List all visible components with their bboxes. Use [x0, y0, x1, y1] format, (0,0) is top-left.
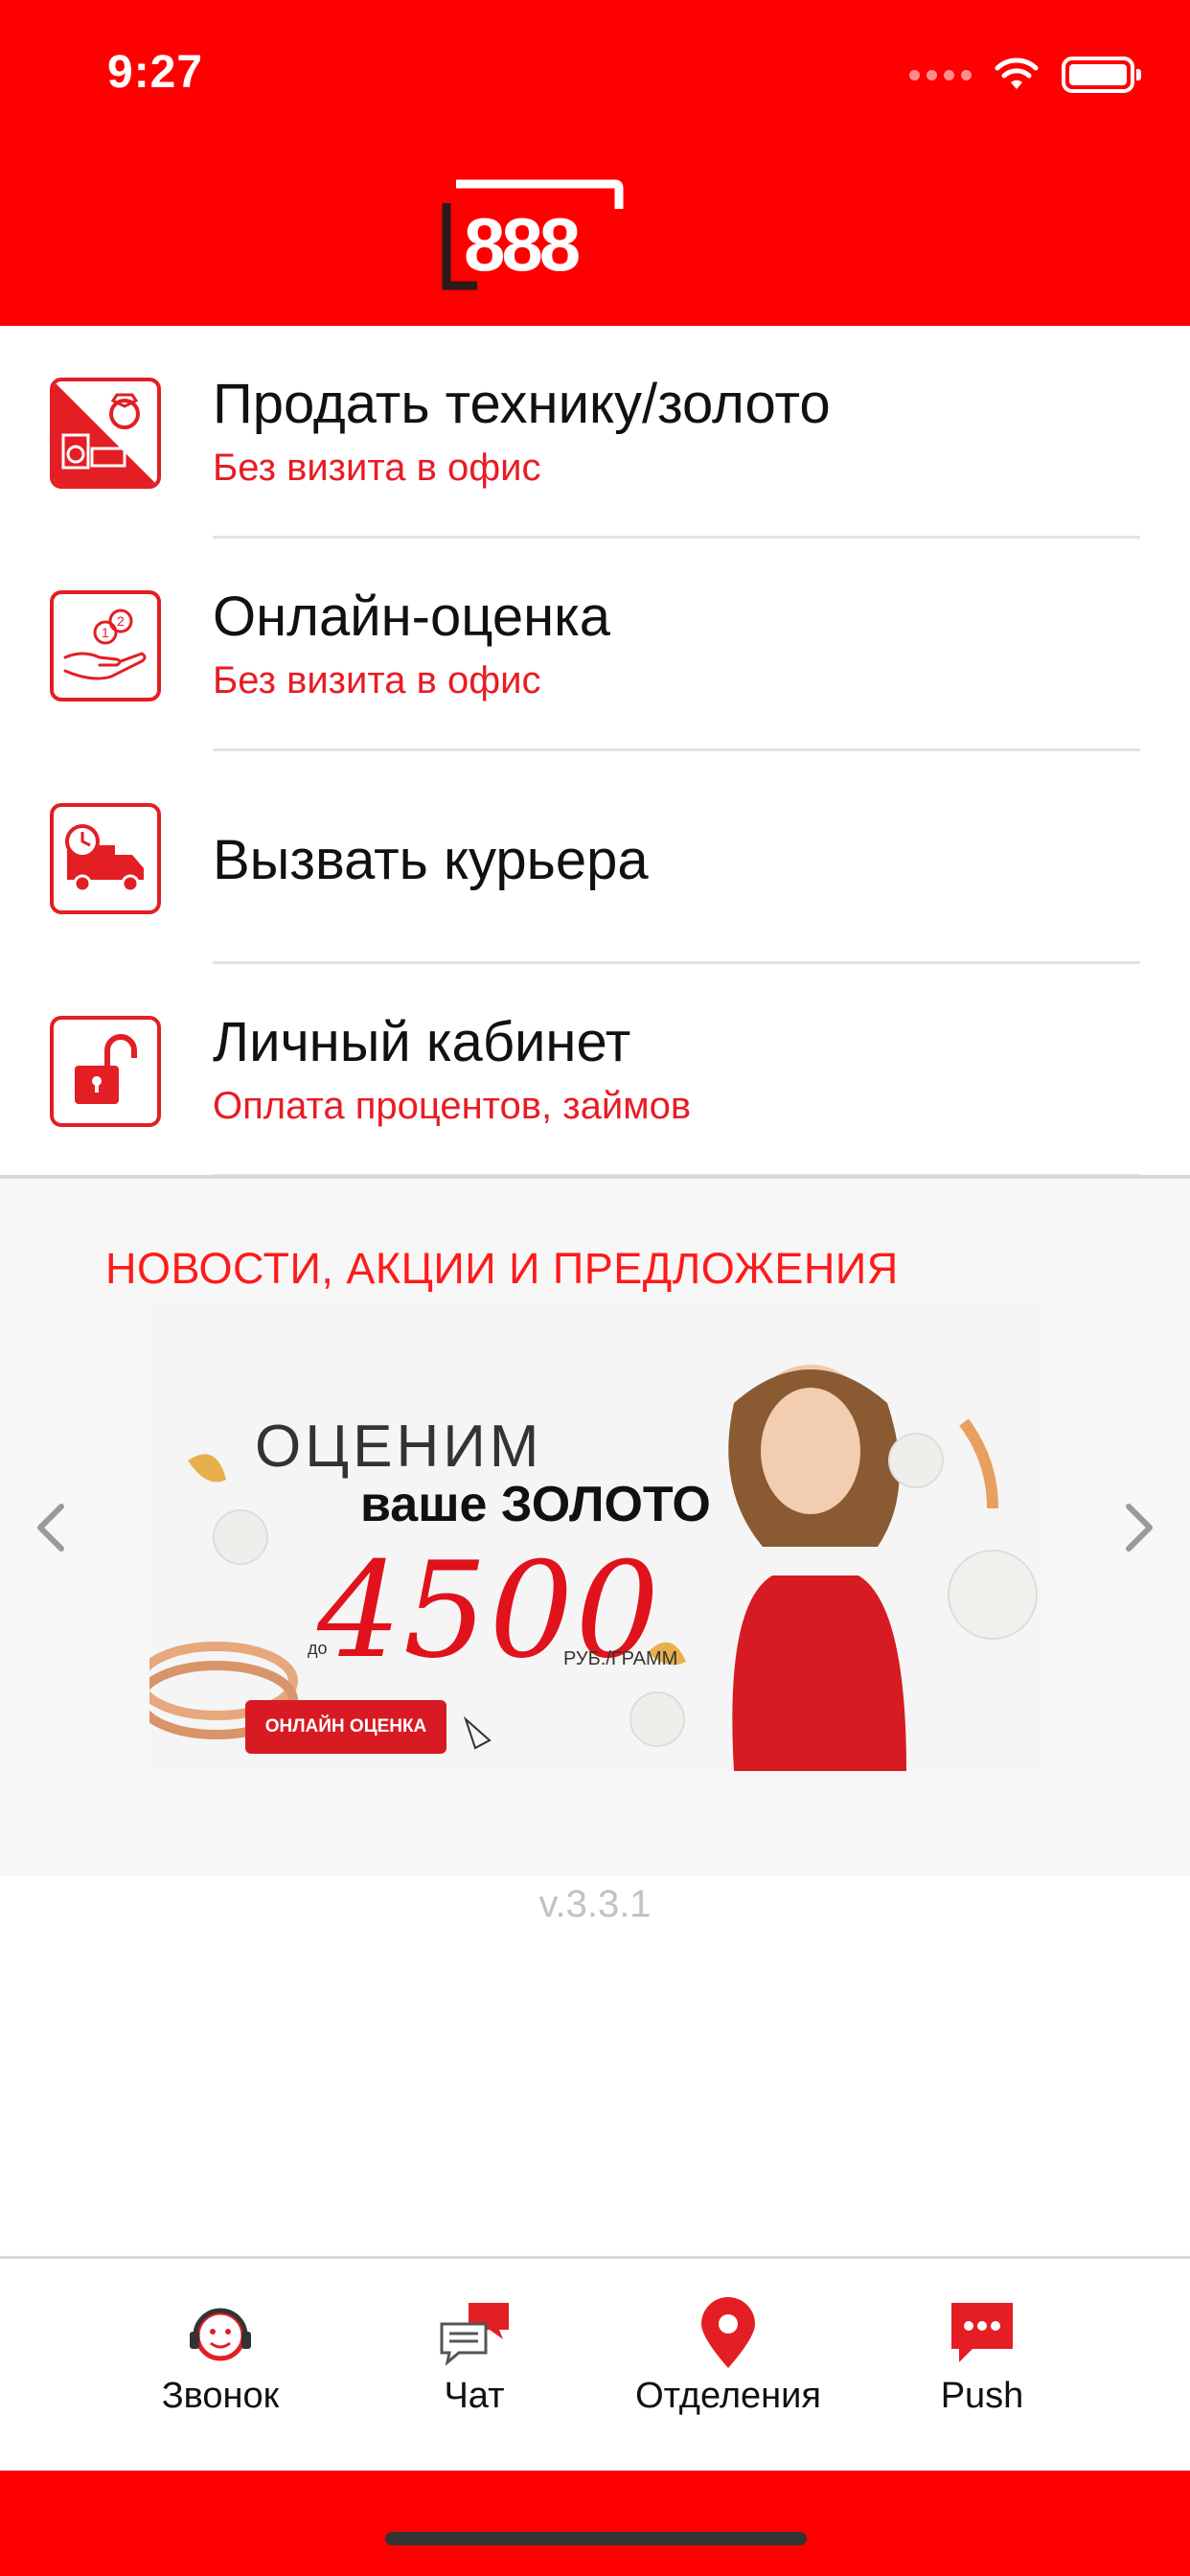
tab-bar: Звонок Чат Отделения Push [0, 2256, 1190, 2471]
menu-title: Продать технику/золото [213, 373, 831, 435]
banner-line1: ОЦЕНИМ [255, 1414, 543, 1480]
menu-subtitle: Без визита в офис [213, 659, 541, 702]
chevron-right-icon[interactable] [1117, 1499, 1161, 1556]
tab-push[interactable]: Push [867, 2297, 1097, 2441]
status-icons [909, 56, 1141, 94]
svg-text:1: 1 [102, 625, 109, 640]
unlock-icon [50, 1016, 161, 1127]
tab-label: Отделения [635, 2376, 821, 2416]
menu-item-sell[interactable]: Продать технику/золото Без визита в офис [0, 326, 1190, 539]
menu-subtitle: Без визита в офис [213, 447, 541, 489]
hand-coins-icon: 1 2 [50, 590, 161, 702]
menu-item-courier[interactable]: Вызвать курьера [0, 751, 1190, 964]
tab-call[interactable]: Звонок [105, 2297, 335, 2441]
status-time: 9:27 [107, 47, 204, 98]
menu-subtitle: Оплата процентов, займов [213, 1085, 692, 1127]
wifi-icon [995, 58, 1039, 89]
banner-price-unit: РУБ./ГРАММ [563, 1648, 678, 1669]
tab-chat[interactable]: Чат [359, 2297, 589, 2441]
news-title: НОВОСТИ, АКЦИИ И ПРЕДЛОЖЕНИЯ [105, 1244, 899, 1293]
tab-label: Push [940, 2376, 1024, 2416]
app-version: v.3.3.1 [538, 1883, 652, 1925]
menu-item-online-valuation[interactable]: 1 2 Онлайн-оценка Без визита в офис [0, 539, 1190, 751]
banner-online-valuation-button[interactable]: ОНЛАЙН ОЦЕНКА [245, 1700, 446, 1754]
chevron-left-icon[interactable] [29, 1499, 73, 1556]
chat-bubbles-icon [440, 2303, 509, 2366]
home-indicator[interactable] [385, 2532, 807, 2545]
app-header: 9:27 888 [0, 0, 1190, 326]
menu-item-personal-account[interactable]: Личный кабинет Оплата процентов, займов [0, 964, 1190, 1177]
sell-gold-appliance-icon [50, 378, 161, 489]
menu-title: Вызвать курьера [213, 829, 649, 891]
headset-icon [190, 2308, 251, 2361]
svg-text:2: 2 [117, 613, 125, 629]
brand-logo: 888 [442, 179, 624, 290]
signal-icon [909, 69, 972, 80]
push-message-icon [951, 2303, 1013, 2362]
tab-label: Звонок [161, 2376, 280, 2416]
bottom-bar [0, 2471, 1190, 2576]
svg-text:888: 888 [464, 202, 579, 287]
battery-icon [1062, 57, 1141, 93]
courier-truck-icon [50, 803, 161, 914]
menu-title: Личный кабинет [213, 1011, 631, 1073]
promo-banner[interactable]: ОЦЕНИМ ваше ЗОЛОТО до 4500 РУБ./ГРАММ ОН… [149, 1298, 1041, 1771]
tab-branches[interactable]: Отделения [613, 2297, 843, 2441]
banner-line2: ваше ЗОЛОТО [360, 1477, 711, 1532]
tab-label: Чат [444, 2376, 505, 2416]
news-section: НОВОСТИ, АКЦИИ И ПРЕДЛОЖЕНИЯ ОЦЕНИМ ваше… [0, 1179, 1190, 1876]
menu-title: Онлайн-оценка [213, 586, 611, 648]
main-menu: Продать технику/золото Без визита в офис… [0, 326, 1190, 1177]
map-pin-icon [701, 2297, 755, 2368]
